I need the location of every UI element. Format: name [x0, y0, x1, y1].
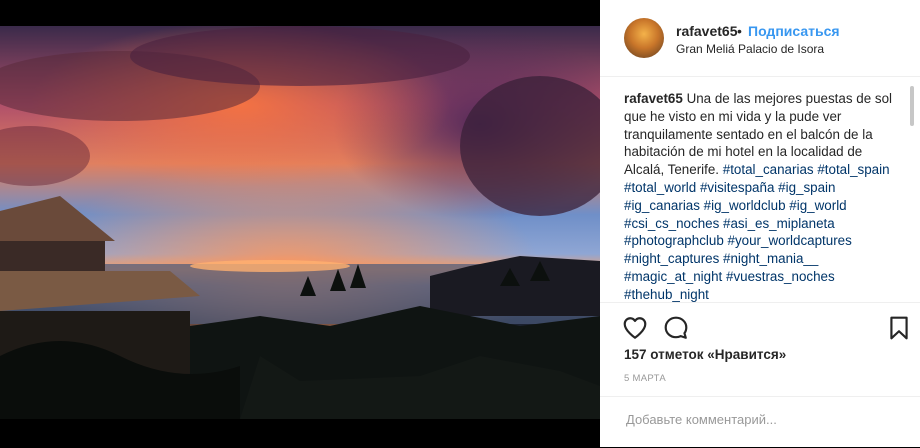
heart-icon[interactable] [622, 315, 648, 341]
bookmark-icon[interactable] [886, 315, 912, 341]
hashtag-link[interactable]: #ig_world [789, 198, 846, 213]
post-header: rafavet65 • Подписаться Gran Meliá Palac… [600, 0, 920, 77]
hashtag-link[interactable]: #visitespaña [700, 180, 774, 195]
hashtag-link[interactable]: #magic_at_night [624, 269, 722, 284]
hashtag-link[interactable]: #ig_worldclub [704, 198, 786, 213]
comment-input[interactable] [624, 411, 908, 428]
hashtag-link[interactable]: #ig_canarias [624, 198, 700, 213]
sunset-scene-illustration [0, 26, 600, 419]
caption-scrollbar[interactable] [910, 86, 914, 126]
comment-box [600, 396, 920, 448]
author-username[interactable]: rafavet65 [676, 23, 738, 39]
location-link[interactable]: Gran Meliá Palacio de Isora [676, 42, 824, 56]
action-bar [600, 302, 920, 349]
hashtag-link[interactable]: #total_canarias [723, 162, 814, 177]
hashtag-link[interactable]: #asi_es_miplaneta [723, 216, 835, 231]
avatar[interactable] [624, 18, 664, 58]
likes-count[interactable]: 157 отметок «Нравится» [624, 347, 786, 362]
caption-username[interactable]: rafavet65 [624, 91, 683, 106]
hashtag-link[interactable]: #thehub_night [624, 287, 709, 302]
hashtag-list: #total_canarias #total_spain #total_worl… [624, 162, 890, 302]
hashtag-link[interactable]: #total_spain [817, 162, 889, 177]
post-caption: rafavet65 Una de las mejores puestas de … [624, 90, 896, 302]
follow-button[interactable]: Подписаться [748, 23, 840, 39]
hashtag-link[interactable]: #csi_cs_noches [624, 216, 719, 231]
hashtag-link[interactable]: #night_mania__ [723, 251, 818, 266]
hashtag-link[interactable]: #vuestras_noches [726, 269, 835, 284]
comment-icon[interactable] [663, 315, 689, 341]
post-date[interactable]: 5 марта [624, 373, 666, 384]
hashtag-link[interactable]: #ig_spain [778, 180, 835, 195]
hashtag-link[interactable]: #your_worldcaptures [728, 233, 852, 248]
post-photo[interactable] [0, 26, 600, 419]
post-sidebar: rafavet65 • Подписаться Gran Meliá Palac… [600, 0, 920, 447]
separator-dot: • [737, 23, 742, 39]
hashtag-link[interactable]: #night_captures [624, 251, 719, 266]
photo-area [0, 0, 600, 447]
hashtag-link[interactable]: #photographclub [624, 233, 724, 248]
hashtag-link[interactable]: #total_world [624, 180, 696, 195]
